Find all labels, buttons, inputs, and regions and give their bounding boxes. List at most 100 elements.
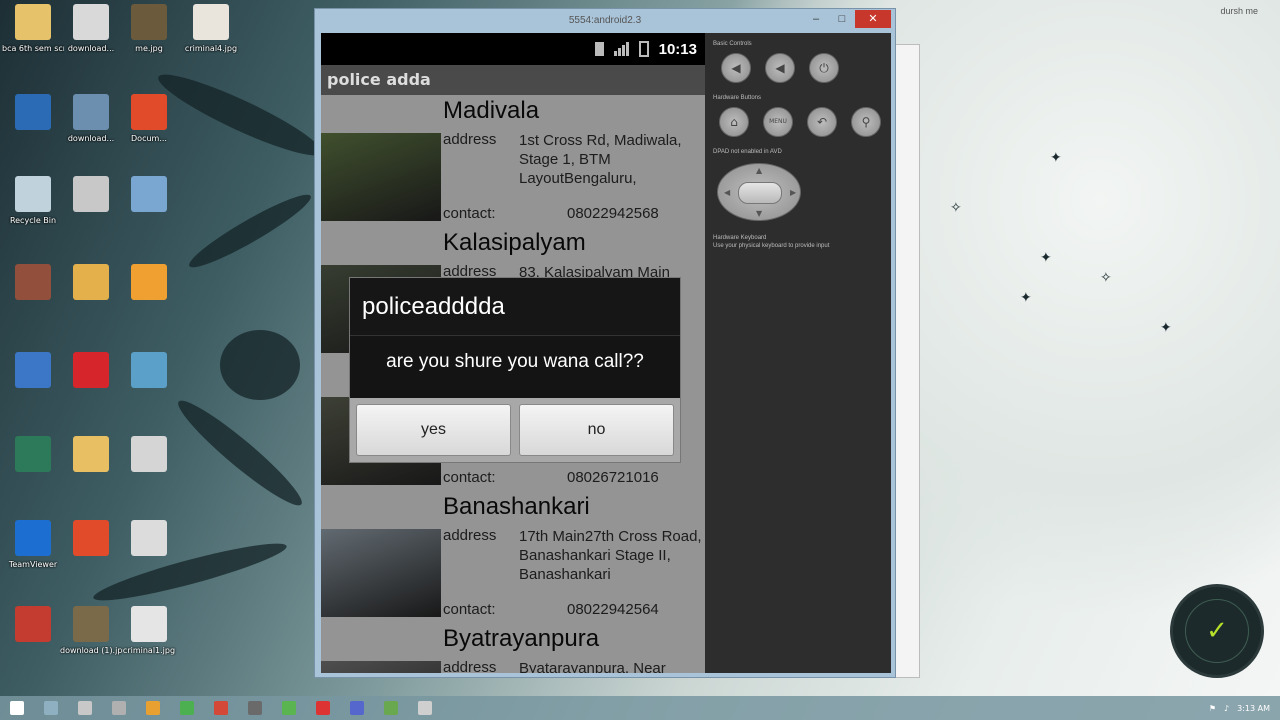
desktop-icon[interactable]: TeamViewer <box>2 520 64 570</box>
taskbar-app-icon[interactable] <box>204 697 238 719</box>
taskbar-app-icon[interactable] <box>340 697 374 719</box>
dpad-label: DPAD not enabled in AVD <box>713 149 782 155</box>
battery-icon <box>638 41 649 57</box>
watermark-text: dursh me <box>1220 6 1258 16</box>
desktop-icon[interactable] <box>2 264 64 304</box>
file-icon <box>131 520 167 556</box>
taskbar-app-icon[interactable] <box>34 697 68 719</box>
taskbar-app-icon[interactable] <box>238 697 272 719</box>
wallpaper-stroke <box>183 186 317 276</box>
file-icon <box>15 4 51 40</box>
confirm-dialog: policeadddda are you shure you wana call… <box>349 277 681 463</box>
desktop-icon[interactable]: bca 6th sem scrap <box>2 4 64 54</box>
desktop-icon[interactable] <box>2 606 64 646</box>
desktop-icon[interactable]: Recycle Bin <box>2 176 64 226</box>
minimize-button[interactable]: – <box>803 10 829 28</box>
desktop-icon[interactable] <box>2 94 64 134</box>
bird-shape: ✦ <box>1040 250 1052 266</box>
desktop-icon[interactable] <box>118 264 180 304</box>
desktop-icon[interactable] <box>118 436 180 476</box>
dpad-down-icon: ▼ <box>756 209 763 218</box>
file-icon <box>73 176 109 212</box>
tray-flag-icon[interactable]: ⚑ <box>1209 704 1216 713</box>
desktop-icon[interactable]: download... <box>60 4 122 54</box>
file-icon <box>15 352 51 388</box>
desktop-icon-label: bca 6th sem scrap <box>2 44 64 53</box>
desktop-icon-label: criminal4.jpg <box>184 44 238 53</box>
file-icon <box>15 264 51 300</box>
desktop-icon-label: download... <box>67 134 115 143</box>
desktop-icon-label: me.jpg <box>135 44 163 53</box>
desktop-icon[interactable]: download (1).jpg <box>60 606 122 656</box>
desktop-icon[interactable] <box>118 176 180 216</box>
hardware-buttons-label: Hardware Buttons <box>713 95 762 101</box>
desktop-icon[interactable] <box>2 436 64 476</box>
app-icon <box>78 701 92 715</box>
dialog-title: policeadddda <box>350 278 680 336</box>
search-button[interactable]: ⚲ <box>851 107 881 137</box>
app-icon <box>350 701 364 715</box>
desktop-icon[interactable]: criminal4.jpg <box>180 4 242 54</box>
desktop-icon[interactable] <box>60 264 122 304</box>
taskbar-app-icon[interactable] <box>408 697 442 719</box>
volume-up-button[interactable]: ◀ <box>765 53 795 83</box>
desktop-icon[interactable] <box>118 352 180 392</box>
power-button[interactable]: ⏻ <box>809 53 839 83</box>
back-button[interactable]: ↶ <box>807 107 837 137</box>
keyboard-note: Use your physical keyboard to provide in… <box>713 243 830 249</box>
file-icon <box>131 264 167 300</box>
taskbar-app-icon[interactable] <box>272 697 306 719</box>
yes-button[interactable]: yes <box>356 404 511 456</box>
taskbar-app-icon[interactable] <box>136 697 170 719</box>
taskbar-app-icon[interactable] <box>102 697 136 719</box>
home-button[interactable]: ⌂ <box>719 107 749 137</box>
start-button[interactable] <box>0 697 34 719</box>
tray-time[interactable]: 3:13 AM <box>1237 704 1270 713</box>
file-icon <box>15 520 51 556</box>
maximize-button[interactable]: □ <box>829 10 855 28</box>
dpad-left-icon: ◀ <box>724 188 731 197</box>
app-icon <box>10 701 24 715</box>
app-icon <box>146 701 160 715</box>
taskbar-app-icon[interactable] <box>170 697 204 719</box>
desktop-icon[interactable]: criminal1.jpg <box>118 606 180 656</box>
taskbar-apps <box>0 697 442 719</box>
taskbar: ⚑ ♪ 3:13 AM <box>0 696 1280 720</box>
desktop-icon[interactable] <box>118 520 180 560</box>
taskbar-app-icon[interactable] <box>68 697 102 719</box>
taskbar-app-icon[interactable] <box>374 697 408 719</box>
volume-down-button[interactable]: ◀ <box>721 53 751 83</box>
desktop-icon[interactable]: Docum... <box>118 94 180 144</box>
desktop-icon[interactable] <box>60 176 122 216</box>
keyboard-label: Hardware Keyboard <box>713 235 767 241</box>
app-icon <box>214 701 228 715</box>
bird-shape: ✧ <box>950 200 962 216</box>
taskbar-app-icon[interactable] <box>306 697 340 719</box>
desktop-icon[interactable] <box>60 352 122 392</box>
desktop-icon[interactable] <box>2 352 64 392</box>
desktop-icon[interactable] <box>60 436 122 476</box>
file-icon <box>193 4 229 40</box>
tray-volume-icon[interactable]: ♪ <box>1224 704 1229 713</box>
app-title: police adda <box>321 65 705 95</box>
basic-controls-label: Basic Controls <box>713 41 752 47</box>
close-button[interactable]: ✕ <box>855 10 891 28</box>
dpad-control[interactable]: ▲ ▼ ◀ ▶ <box>717 163 801 221</box>
desktop-icon[interactable] <box>60 520 122 560</box>
desktop-icon[interactable]: me.jpg <box>118 4 180 54</box>
desktop-icon-label: Docum... <box>131 134 167 143</box>
window-title-bar[interactable]: 5554:android2.3 – □ ✕ <box>315 9 895 33</box>
app-icon <box>112 701 126 715</box>
background-window <box>892 44 920 678</box>
dpad-center-button[interactable] <box>738 182 782 204</box>
dialog-buttons: yes no <box>350 398 680 462</box>
desktop-icon[interactable]: download... <box>60 94 122 144</box>
menu-button[interactable]: MENU <box>763 107 793 137</box>
wallpaper-stroke <box>220 330 300 400</box>
recording-widget[interactable]: ✓ <box>1170 584 1264 678</box>
dpad-right-icon: ▶ <box>790 188 797 197</box>
no-button[interactable]: no <box>519 404 674 456</box>
app-icon <box>282 701 296 715</box>
phone-screen: 10:13 police adda Madivala address 1st Cro… <box>321 33 705 673</box>
app-icon <box>384 701 398 715</box>
